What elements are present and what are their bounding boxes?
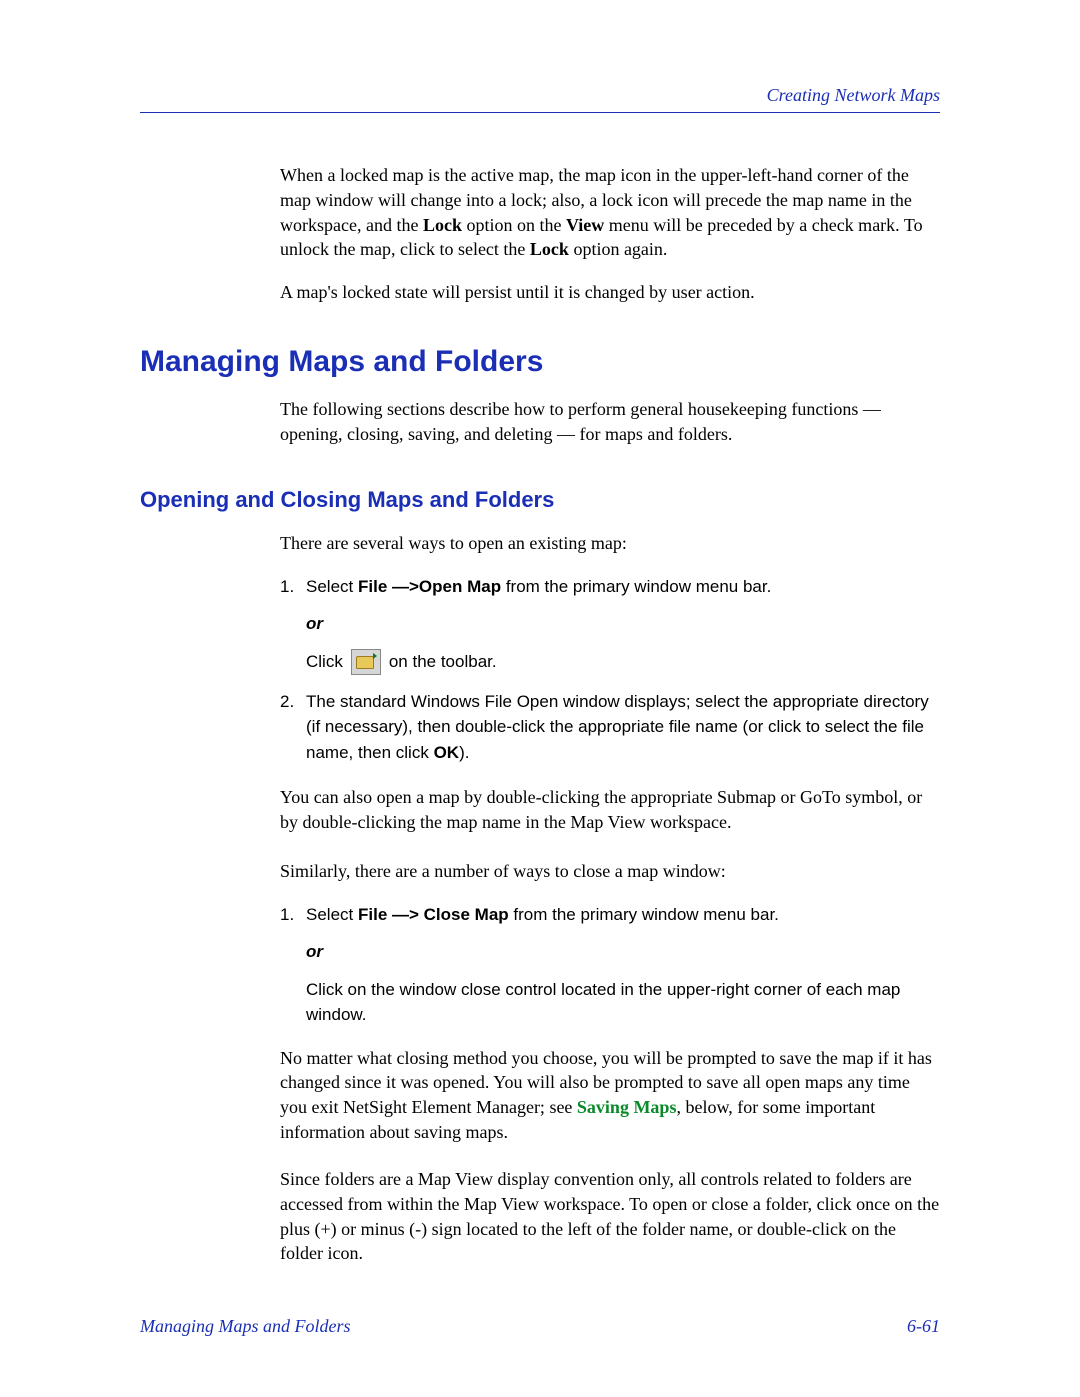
text: ). (459, 743, 469, 762)
text: Click (306, 649, 343, 675)
bold-view: View (566, 215, 604, 235)
bold-lock: Lock (423, 215, 462, 235)
close-steps: 1. Select File —> Close Map from the pri… (280, 902, 940, 1028)
section-intro: The following sections describe how to p… (280, 397, 940, 447)
header-section-title: Creating Network Maps (140, 85, 940, 106)
text: from the primary window menu bar. (509, 905, 779, 924)
section-intro-block: The following sections describe how to p… (280, 397, 940, 447)
intro-block: When a locked map is the active map, the… (280, 163, 940, 305)
text: from the primary window menu bar. (501, 577, 771, 596)
page-footer: Managing Maps and Folders 6-61 (140, 1316, 940, 1337)
step-number: 2. (280, 689, 306, 766)
open-step-2: 2. The standard Windows File Open window… (280, 689, 940, 766)
or-label: or (306, 939, 940, 965)
open-steps: 1. Select File —>Open Map from the prima… (280, 574, 940, 766)
step-number: 1. (280, 574, 306, 600)
close-intro: Similarly, there are a number of ways to… (280, 859, 940, 884)
step-body: Select File —>Open Map from the primary … (306, 574, 940, 600)
bold-file-open: File —>Open Map (358, 577, 501, 596)
text: option again. (569, 239, 667, 259)
text: option on the (462, 215, 566, 235)
text: Select (306, 905, 358, 924)
footer-page-number: 6-61 (907, 1316, 940, 1337)
open-folder-icon (351, 649, 381, 675)
intro-paragraph-1: When a locked map is the active map, the… (280, 163, 940, 262)
open-after: You can also open a map by double-clicki… (280, 785, 940, 835)
step-body: The standard Windows File Open window di… (306, 689, 940, 766)
footer-section: Managing Maps and Folders (140, 1316, 351, 1337)
text: Select (306, 577, 358, 596)
open-step-1: 1. Select File —>Open Map from the prima… (280, 574, 940, 600)
saving-maps-link[interactable]: Saving Maps (577, 1097, 677, 1117)
bold-file-close: File —> Close Map (358, 905, 509, 924)
heading-opening-closing: Opening and Closing Maps and Folders (140, 487, 940, 513)
open-block: There are several ways to open an existi… (280, 531, 940, 1266)
open-intro: There are several ways to open an existi… (280, 531, 940, 556)
step-number: 1. (280, 902, 306, 928)
click-toolbar-line: Click on the toolbar. (306, 649, 940, 675)
close-step-1: 1. Select File —> Close Map from the pri… (280, 902, 940, 928)
bold-ok: OK (434, 743, 460, 762)
close-alt: Click on the window close control locate… (306, 977, 940, 1028)
bold-lock: Lock (530, 239, 569, 259)
step-body: Select File —> Close Map from the primar… (306, 902, 940, 928)
intro-paragraph-2: A map's locked state will persist until … (280, 280, 940, 305)
heading-managing-maps: Managing Maps and Folders (140, 345, 940, 379)
text: The standard Windows File Open window di… (306, 692, 929, 762)
header-rule (140, 112, 940, 113)
or-label: or (306, 611, 940, 637)
folders-paragraph: Since folders are a Map View display con… (280, 1167, 940, 1266)
text: on the toolbar. (389, 649, 497, 675)
page: Creating Network Maps When a locked map … (0, 0, 1080, 1397)
close-after: No matter what closing method you choose… (280, 1046, 940, 1145)
